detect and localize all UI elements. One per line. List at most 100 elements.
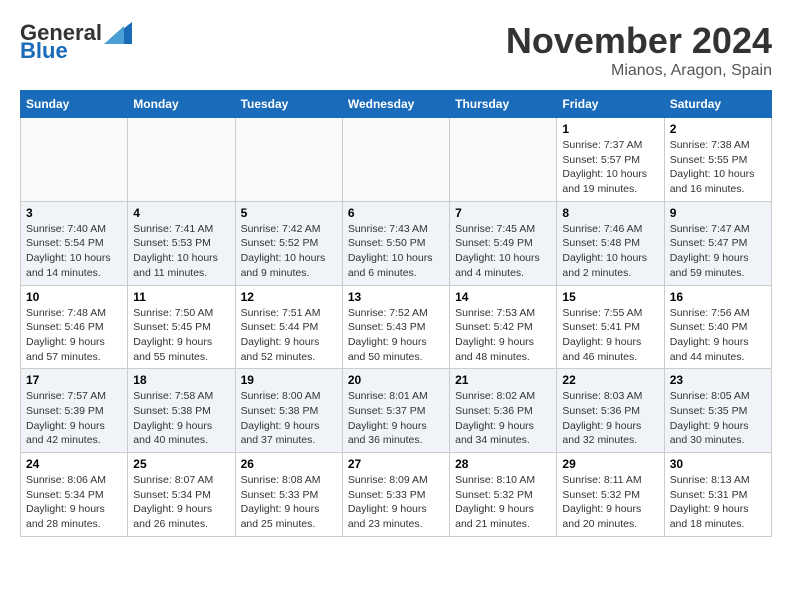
day-number-19: 19	[241, 373, 337, 387]
day-info-6: Sunrise: 7:43 AM Sunset: 5:50 PM Dayligh…	[348, 222, 444, 281]
day-number-9: 9	[670, 206, 766, 220]
calendar-day-21: 21 Sunrise: 8:02 AM Sunset: 5:36 PM Dayli…	[450, 369, 557, 453]
calendar-day-17: 17 Sunrise: 7:57 AM Sunset: 5:39 PM Dayli…	[21, 369, 128, 453]
calendar-day-6: 6 Sunrise: 7:43 AM Sunset: 5:50 PM Daylig…	[342, 201, 449, 285]
day-number-1: 1	[562, 122, 658, 136]
logo-icon	[104, 22, 132, 44]
day-number-7: 7	[455, 206, 551, 220]
day-info-30: Sunrise: 8:13 AM Sunset: 5:31 PM Dayligh…	[670, 473, 766, 532]
calendar-day-26: 26Sunrise: 8:08 AM Sunset: 5:33 PM Dayli…	[235, 453, 342, 537]
calendar-day-4: 4 Sunrise: 7:41 AM Sunset: 5:53 PM Daylig…	[128, 201, 235, 285]
calendar-table: SundayMondayTuesdayWednesdayThursdayFrid…	[20, 90, 772, 537]
day-info-12: Sunrise: 7:51 AM Sunset: 5:44 PM Dayligh…	[241, 306, 337, 365]
weekday-header-monday: Monday	[128, 91, 235, 118]
weekday-header-saturday: Saturday	[664, 91, 771, 118]
day-number-24: 24	[26, 457, 122, 471]
day-number-11: 11	[133, 290, 229, 304]
calendar-week-2: 3 Sunrise: 7:40 AM Sunset: 5:54 PM Daylig…	[21, 201, 772, 285]
day-info-15: Sunrise: 7:55 AM Sunset: 5:41 PM Dayligh…	[562, 306, 658, 365]
empty-cell	[342, 118, 449, 202]
day-number-26: 26	[241, 457, 337, 471]
empty-cell	[128, 118, 235, 202]
day-number-22: 22	[562, 373, 658, 387]
day-info-4: Sunrise: 7:41 AM Sunset: 5:53 PM Dayligh…	[133, 222, 229, 281]
day-number-18: 18	[133, 373, 229, 387]
weekday-header-wednesday: Wednesday	[342, 91, 449, 118]
day-number-21: 21	[455, 373, 551, 387]
day-info-21: Sunrise: 8:02 AM Sunset: 5:36 PM Dayligh…	[455, 389, 551, 448]
calendar-day-19: 19 Sunrise: 8:00 AM Sunset: 5:38 PM Dayli…	[235, 369, 342, 453]
day-info-13: Sunrise: 7:52 AM Sunset: 5:43 PM Dayligh…	[348, 306, 444, 365]
day-number-16: 16	[670, 290, 766, 304]
calendar-day-16: 16 Sunrise: 7:56 AM Sunset: 5:40 PM Dayli…	[664, 285, 771, 369]
day-number-5: 5	[241, 206, 337, 220]
calendar-week-1: 1 Sunrise: 7:37 AM Sunset: 5:57 PM Daylig…	[21, 118, 772, 202]
empty-cell	[450, 118, 557, 202]
day-number-14: 14	[455, 290, 551, 304]
calendar-day-20: 20Sunrise: 8:01 AM Sunset: 5:37 PM Dayli…	[342, 369, 449, 453]
calendar-day-11: 11Sunrise: 7:50 AM Sunset: 5:45 PM Dayli…	[128, 285, 235, 369]
calendar-day-27: 27Sunrise: 8:09 AM Sunset: 5:33 PM Dayli…	[342, 453, 449, 537]
logo: General Blue	[20, 20, 132, 64]
calendar-day-10: 10 Sunrise: 7:48 AM Sunset: 5:46 PM Dayli…	[21, 285, 128, 369]
weekday-header-sunday: Sunday	[21, 91, 128, 118]
calendar-day-30: 30 Sunrise: 8:13 AM Sunset: 5:31 PM Dayli…	[664, 453, 771, 537]
calendar-day-7: 7 Sunrise: 7:45 AM Sunset: 5:49 PM Daylig…	[450, 201, 557, 285]
day-info-18: Sunrise: 7:58 AM Sunset: 5:38 PM Dayligh…	[133, 389, 229, 448]
day-number-6: 6	[348, 206, 444, 220]
calendar-day-25: 25Sunrise: 8:07 AM Sunset: 5:34 PM Dayli…	[128, 453, 235, 537]
calendar-day-3: 3 Sunrise: 7:40 AM Sunset: 5:54 PM Daylig…	[21, 201, 128, 285]
day-info-29: Sunrise: 8:11 AM Sunset: 5:32 PM Dayligh…	[562, 473, 658, 532]
empty-cell	[235, 118, 342, 202]
day-info-3: Sunrise: 7:40 AM Sunset: 5:54 PM Dayligh…	[26, 222, 122, 281]
day-number-4: 4	[133, 206, 229, 220]
location: Mianos, Aragon, Spain	[506, 62, 772, 80]
month-title: November 2024	[506, 20, 772, 62]
day-info-7: Sunrise: 7:45 AM Sunset: 5:49 PM Dayligh…	[455, 222, 551, 281]
day-info-28: Sunrise: 8:10 AM Sunset: 5:32 PM Dayligh…	[455, 473, 551, 532]
day-number-25: 25	[133, 457, 229, 471]
day-number-17: 17	[26, 373, 122, 387]
day-number-15: 15	[562, 290, 658, 304]
day-number-2: 2	[670, 122, 766, 136]
day-info-1: Sunrise: 7:37 AM Sunset: 5:57 PM Dayligh…	[562, 138, 658, 197]
logo-blue-text: Blue	[20, 38, 68, 64]
day-info-20: Sunrise: 8:01 AM Sunset: 5:37 PM Dayligh…	[348, 389, 444, 448]
calendar-day-5: 5 Sunrise: 7:42 AM Sunset: 5:52 PM Daylig…	[235, 201, 342, 285]
day-number-27: 27	[348, 457, 444, 471]
day-number-23: 23	[670, 373, 766, 387]
page-header: General Blue November 2024 Mianos, Arago…	[20, 20, 772, 80]
day-info-22: Sunrise: 8:03 AM Sunset: 5:36 PM Dayligh…	[562, 389, 658, 448]
day-info-16: Sunrise: 7:56 AM Sunset: 5:40 PM Dayligh…	[670, 306, 766, 365]
calendar-day-13: 13 Sunrise: 7:52 AM Sunset: 5:43 PM Dayli…	[342, 285, 449, 369]
calendar-day-14: 14 Sunrise: 7:53 AM Sunset: 5:42 PM Dayli…	[450, 285, 557, 369]
calendar-day-9: 9Sunrise: 7:47 AM Sunset: 5:47 PM Daylig…	[664, 201, 771, 285]
weekday-header-friday: Friday	[557, 91, 664, 118]
day-number-30: 30	[670, 457, 766, 471]
calendar-day-2: 2Sunrise: 7:38 AM Sunset: 5:55 PM Daylig…	[664, 118, 771, 202]
calendar-day-8: 8 Sunrise: 7:46 AM Sunset: 5:48 PM Daylig…	[557, 201, 664, 285]
day-number-10: 10	[26, 290, 122, 304]
day-info-8: Sunrise: 7:46 AM Sunset: 5:48 PM Dayligh…	[562, 222, 658, 281]
calendar-week-3: 10 Sunrise: 7:48 AM Sunset: 5:46 PM Dayli…	[21, 285, 772, 369]
day-number-29: 29	[562, 457, 658, 471]
calendar-day-23: 23Sunrise: 8:05 AM Sunset: 5:35 PM Dayli…	[664, 369, 771, 453]
day-number-3: 3	[26, 206, 122, 220]
calendar-day-12: 12Sunrise: 7:51 AM Sunset: 5:44 PM Dayli…	[235, 285, 342, 369]
weekday-header-tuesday: Tuesday	[235, 91, 342, 118]
day-info-19: Sunrise: 8:00 AM Sunset: 5:38 PM Dayligh…	[241, 389, 337, 448]
calendar-day-29: 29 Sunrise: 8:11 AM Sunset: 5:32 PM Dayli…	[557, 453, 664, 537]
calendar-week-4: 17 Sunrise: 7:57 AM Sunset: 5:39 PM Dayli…	[21, 369, 772, 453]
calendar-day-1: 1 Sunrise: 7:37 AM Sunset: 5:57 PM Daylig…	[557, 118, 664, 202]
day-number-8: 8	[562, 206, 658, 220]
day-info-5: Sunrise: 7:42 AM Sunset: 5:52 PM Dayligh…	[241, 222, 337, 281]
day-info-17: Sunrise: 7:57 AM Sunset: 5:39 PM Dayligh…	[26, 389, 122, 448]
day-info-14: Sunrise: 7:53 AM Sunset: 5:42 PM Dayligh…	[455, 306, 551, 365]
day-number-13: 13	[348, 290, 444, 304]
calendar-day-22: 22 Sunrise: 8:03 AM Sunset: 5:36 PM Dayli…	[557, 369, 664, 453]
title-block: November 2024 Mianos, Aragon, Spain	[506, 20, 772, 80]
day-number-28: 28	[455, 457, 551, 471]
weekday-header-row: SundayMondayTuesdayWednesdayThursdayFrid…	[21, 91, 772, 118]
calendar-week-5: 24Sunrise: 8:06 AM Sunset: 5:34 PM Dayli…	[21, 453, 772, 537]
day-info-10: Sunrise: 7:48 AM Sunset: 5:46 PM Dayligh…	[26, 306, 122, 365]
